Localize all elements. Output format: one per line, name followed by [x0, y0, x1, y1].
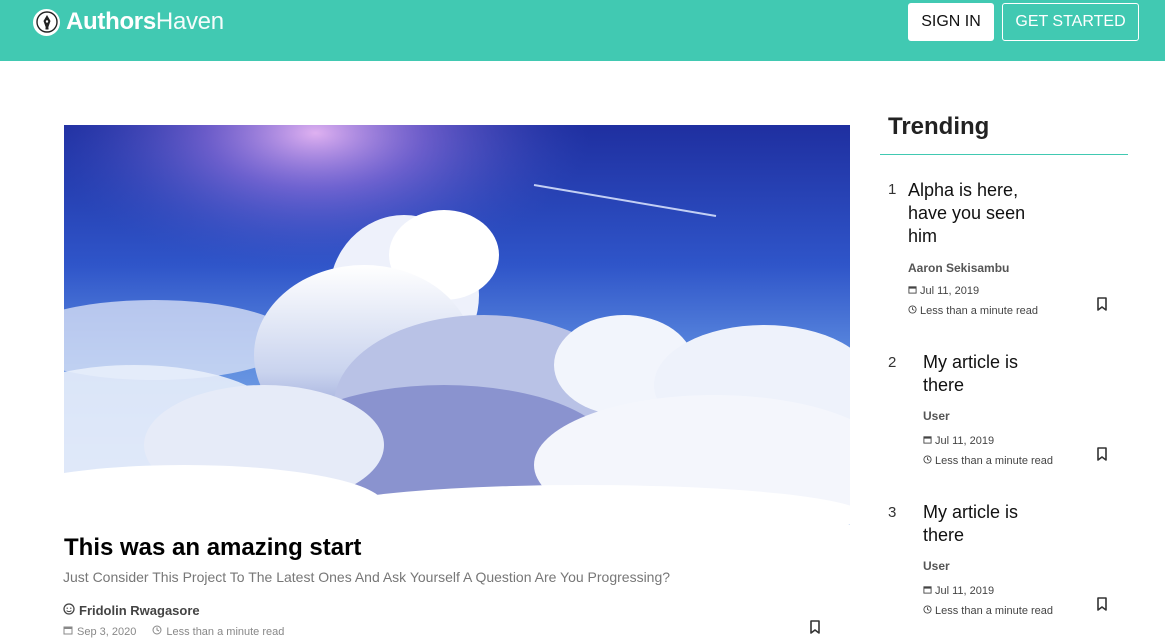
calendar-icon — [923, 435, 932, 447]
clock-icon — [908, 305, 917, 317]
bookmark-icon[interactable] — [1095, 596, 1109, 617]
trending-divider — [880, 154, 1128, 155]
trending-rank: 2 — [888, 354, 897, 371]
trending-item-title[interactable]: Alpha is here, have you seen him — [908, 179, 1025, 248]
featured-article-title[interactable]: This was an amazing start — [64, 534, 361, 562]
clock-icon — [923, 455, 932, 467]
trending-item-author[interactable]: User — [923, 559, 950, 573]
trending-title-line: him — [908, 226, 938, 246]
trending-heading: Trending — [888, 113, 990, 140]
trending-item-3: 3 My article is there User Jul 11, 2019 … — [880, 500, 1130, 640]
image-watermark: www.DesktopBackground.org — [703, 510, 848, 522]
trending-rank: 3 — [888, 504, 897, 521]
logo-text-bold: Authors — [66, 8, 156, 35]
bookmark-icon[interactable] — [1095, 296, 1109, 317]
trending-title-line: there — [923, 525, 965, 545]
trending-item-date: Jul 11, 2019 — [923, 435, 994, 447]
sign-in-button[interactable]: SIGN IN — [908, 3, 994, 41]
user-icon — [63, 603, 75, 618]
bookmark-icon[interactable] — [1095, 446, 1109, 467]
trending-item-date: Jul 11, 2019 — [923, 585, 994, 597]
featured-article-description: Just Consider This Project To The Latest… — [63, 569, 671, 585]
featured-article-image[interactable]: www.DesktopBackground.org — [64, 125, 850, 525]
featured-read-time: Less than a minute read — [152, 625, 284, 638]
trending-title-line: My article is — [923, 352, 1019, 372]
trending-read-time-text: Less than a minute read — [935, 605, 1054, 617]
calendar-icon — [923, 585, 932, 597]
logo-text: AuthorsHaven — [66, 8, 224, 36]
logo-text-light: Haven — [155, 8, 224, 35]
trending-item-read-time: Less than a minute read — [908, 305, 1038, 317]
trending-title-line: My article is — [923, 502, 1019, 522]
featured-date: Sep 3, 2020 — [63, 625, 136, 638]
top-navbar: AuthorsHaven SIGN IN GET STARTED — [0, 0, 1165, 61]
trending-item-read-time: Less than a minute read — [923, 455, 1053, 467]
trending-read-time-text: Less than a minute read — [920, 305, 1039, 317]
trending-item-read-time: Less than a minute read — [923, 605, 1053, 617]
sky-clouds-illustration — [64, 125, 850, 525]
featured-article-author[interactable]: Fridolin Rwagasore — [63, 603, 200, 618]
featured-read-time-text: Less than a minute read — [166, 625, 285, 638]
trending-item-title[interactable]: My article is there — [923, 501, 1018, 547]
trending-date-text: Jul 11, 2019 — [935, 435, 995, 447]
trending-date-text: Jul 11, 2019 — [920, 285, 980, 297]
featured-article-meta: Sep 3, 2020 Less than a minute read — [63, 625, 300, 638]
trending-title-line: Alpha is here, — [908, 180, 1019, 200]
featured-date-text: Sep 3, 2020 — [77, 625, 137, 638]
trending-item-title[interactable]: My article is there — [923, 351, 1018, 397]
calendar-icon — [63, 625, 73, 638]
clock-icon — [923, 605, 932, 617]
clock-icon — [152, 625, 162, 638]
calendar-icon — [908, 285, 917, 297]
pen-nib-icon — [33, 8, 60, 36]
featured-author-name: Fridolin Rwagasore — [79, 603, 200, 618]
trending-item-author[interactable]: User — [923, 409, 950, 423]
trending-item-2: 2 My article is there User Jul 11, 2019 … — [880, 350, 1130, 500]
trending-item-1: 1 Alpha is here, have you seen him Aaron… — [880, 176, 1130, 326]
trending-date-text: Jul 11, 2019 — [935, 585, 995, 597]
trending-item-author[interactable]: Aaron Sekisambu — [908, 261, 1009, 275]
trending-rank: 1 — [888, 181, 897, 198]
bookmark-icon[interactable] — [808, 619, 822, 640]
trending-title-line: there — [923, 375, 965, 395]
site-logo[interactable]: AuthorsHaven — [33, 8, 224, 36]
trending-item-date: Jul 11, 2019 — [908, 285, 979, 297]
trending-title-line: have you seen — [908, 203, 1026, 223]
trending-read-time-text: Less than a minute read — [935, 455, 1054, 467]
get-started-button[interactable]: GET STARTED — [1002, 3, 1139, 41]
